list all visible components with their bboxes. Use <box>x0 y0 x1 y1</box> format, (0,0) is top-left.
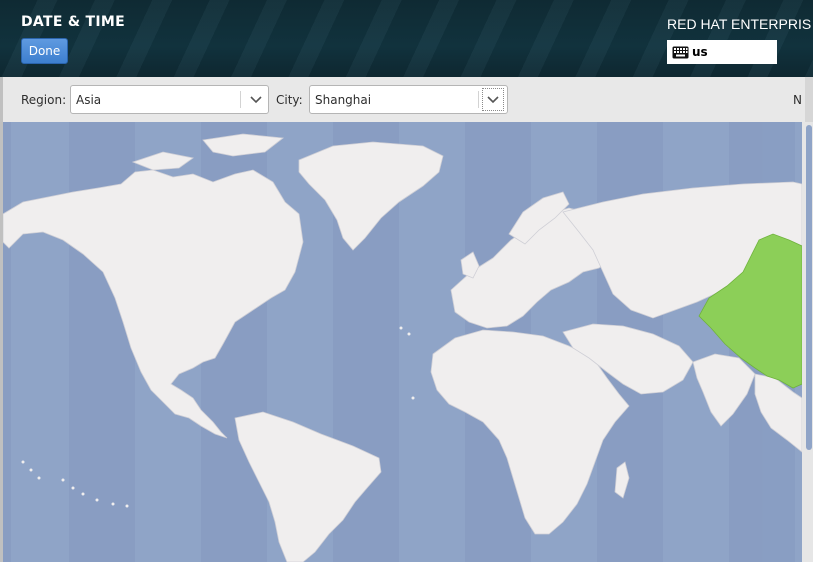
page-title: DATE & TIME <box>21 14 125 30</box>
region-combobox[interactable]: Asia <box>70 85 269 114</box>
city-combobox[interactable]: Shanghai <box>309 85 508 114</box>
keyboard-layout-indicator[interactable]: us <box>667 40 777 64</box>
region-label: Region: <box>21 93 67 107</box>
city-label: City: <box>276 93 303 107</box>
city-value: Shanghai <box>315 93 372 107</box>
region-combobox-separator <box>240 91 241 108</box>
keyboard-icon <box>672 46 689 58</box>
map-scrollbar-thumb[interactable] <box>806 125 812 450</box>
keyboard-layout-label: us <box>692 45 708 59</box>
network-time-label: N <box>793 93 802 107</box>
chevron-down-icon[interactable] <box>482 88 504 111</box>
done-button[interactable]: Done <box>21 38 68 64</box>
chevron-down-icon[interactable] <box>243 86 269 113</box>
city-combobox-separator <box>478 91 479 108</box>
hub-header: DATE & TIME Done RED HAT ENTERPRIS us <box>0 0 813 77</box>
world-map[interactable] <box>3 122 802 562</box>
timezone-map[interactable] <box>3 122 802 562</box>
product-name: RED HAT ENTERPRIS <box>667 16 812 32</box>
region-value: Asia <box>76 93 102 107</box>
